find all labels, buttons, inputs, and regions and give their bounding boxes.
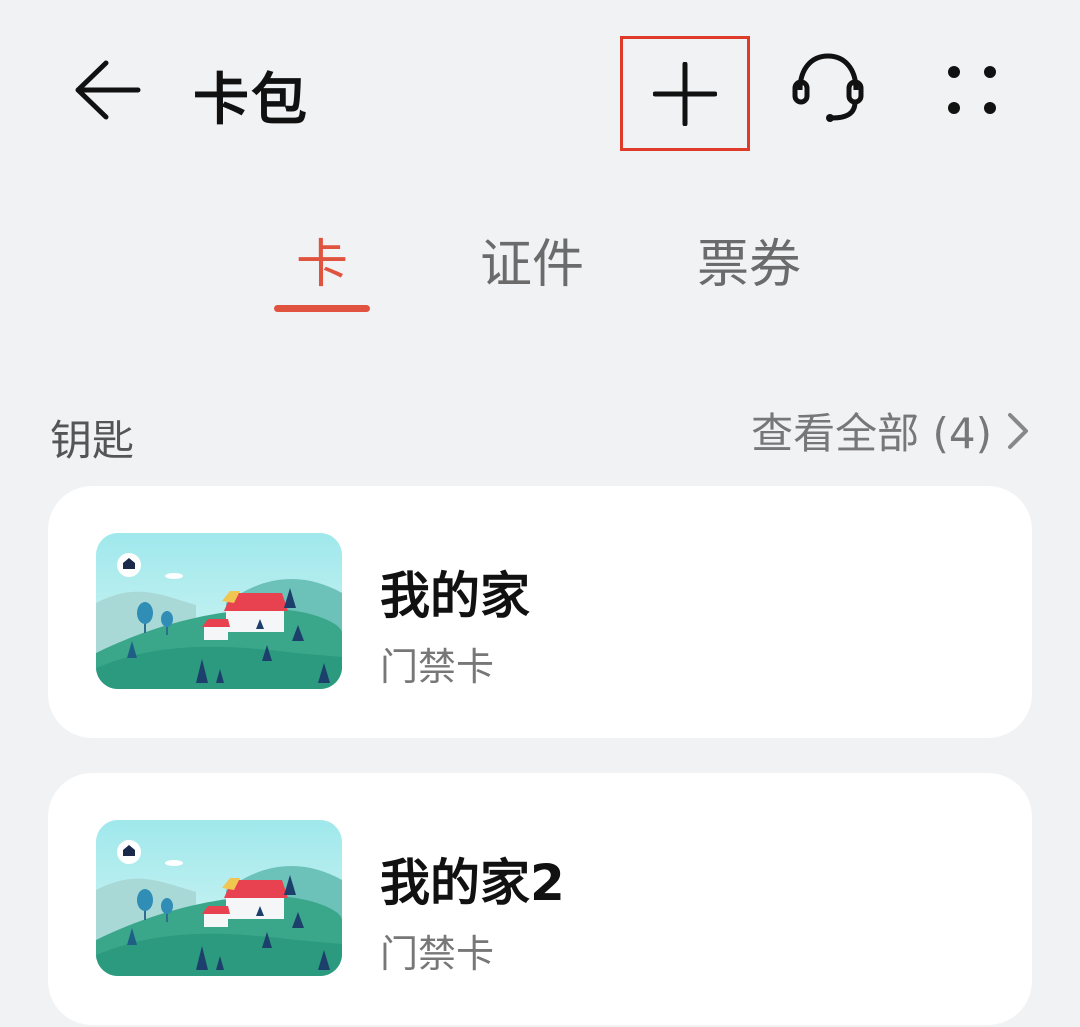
card-name: 我的家2 bbox=[380, 854, 565, 912]
tab-tickets[interactable]: 票券 bbox=[697, 222, 801, 297]
card-thumbnail-image bbox=[96, 820, 342, 976]
active-tab-indicator bbox=[274, 305, 370, 312]
tab-cards[interactable]: 卡 bbox=[296, 222, 348, 297]
plus-icon bbox=[653, 61, 717, 126]
page-title: 卡包 bbox=[193, 68, 309, 133]
add-card-button[interactable] bbox=[620, 36, 750, 151]
view-all-label: 查看全部 (4) bbox=[751, 409, 992, 458]
card-thumbnail-image bbox=[96, 533, 342, 689]
back-arrow-icon[interactable] bbox=[70, 55, 142, 125]
card-type: 门禁卡 bbox=[380, 645, 495, 689]
view-all-link[interactable]: 查看全部 (4) bbox=[751, 400, 1030, 461]
section-title-keys: 钥匙 bbox=[50, 416, 135, 465]
card-name: 我的家 bbox=[380, 567, 530, 625]
headset-icon[interactable] bbox=[790, 50, 866, 126]
more-grid-icon[interactable] bbox=[940, 58, 1004, 122]
tab-documents[interactable]: 证件 bbox=[480, 222, 584, 297]
card-type: 门禁卡 bbox=[380, 932, 495, 976]
key-card[interactable]: 我的家 门禁卡 bbox=[48, 486, 1032, 738]
key-card[interactable]: 我的家2 门禁卡 bbox=[48, 773, 1032, 1025]
wallet-app: 卡包 卡 证件 票券 钥匙 查看全部 (4) 我的家 门禁卡 我的家2 门禁卡 bbox=[0, 0, 1080, 1027]
chevron-right-icon bbox=[1008, 412, 1028, 449]
